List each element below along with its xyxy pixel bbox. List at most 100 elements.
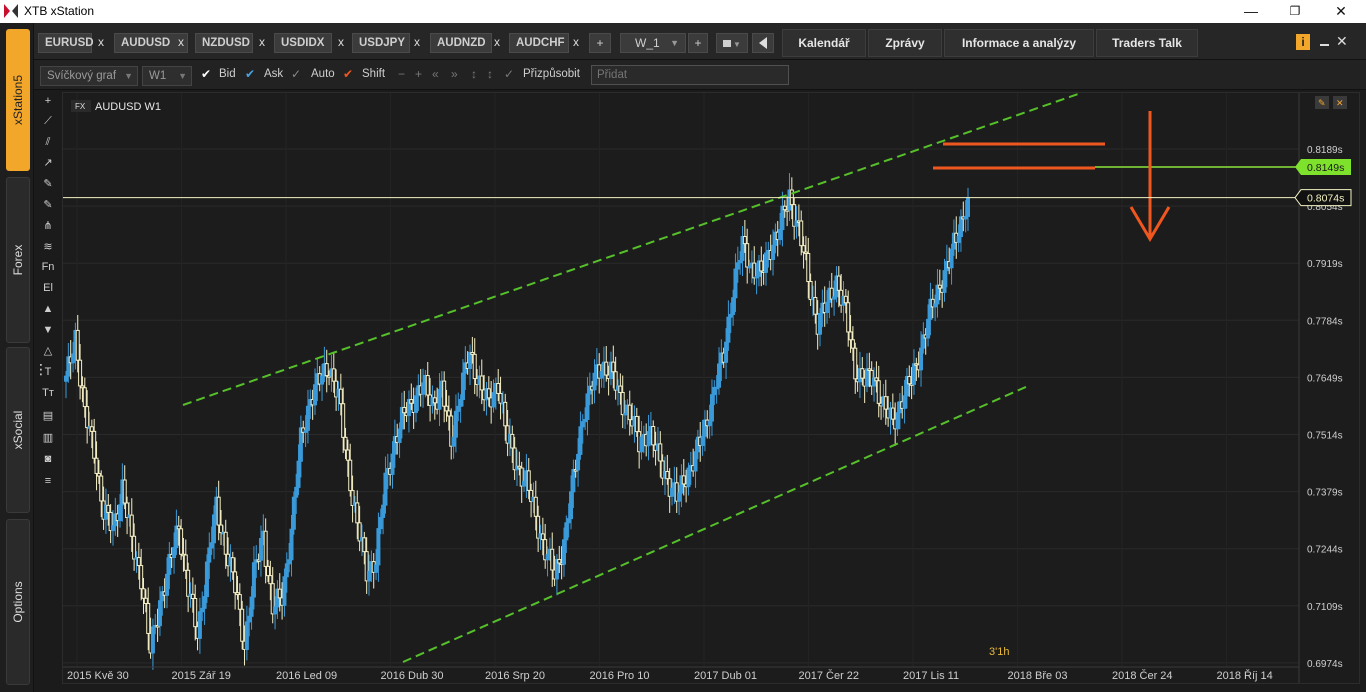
candle-body — [919, 347, 924, 371]
workspace-select[interactable]: W_1 ▼ — [620, 33, 686, 53]
candle-body — [510, 433, 515, 449]
candle-body — [146, 603, 151, 634]
candle-body — [94, 457, 99, 474]
candle-body — [853, 347, 858, 380]
arrow-down-marker-icon[interactable]: ▼ — [38, 321, 58, 339]
candle-body — [566, 518, 571, 524]
ray-icon[interactable]: ↗ — [38, 154, 58, 172]
nav-tab-informace[interactable]: Informace a analýzy — [944, 29, 1094, 57]
add-indicator-input[interactable] — [591, 65, 789, 85]
nav-tab-traders-talk[interactable]: Traders Talk — [1096, 29, 1198, 57]
layers-icon[interactable]: ▤ — [38, 407, 58, 425]
customize-label[interactable]: Přizpůsobit — [523, 68, 580, 80]
zoom-in-icon[interactable]: + — [415, 67, 422, 81]
candle-body — [526, 470, 531, 491]
vertical-scale-icon[interactable]: ↕ — [471, 67, 477, 81]
symbol-tab-usdidx[interactable]: USDIDX — [274, 33, 332, 53]
nav-tab-kalendar[interactable]: Kalendář — [782, 29, 866, 57]
close-window-button[interactable]: ✕ — [1318, 0, 1364, 23]
price-chart[interactable]: 0.8189s0.8054s0.7919s0.7784s0.7649s0.751… — [63, 93, 1360, 684]
shift-checkbox[interactable]: ✔ — [343, 67, 353, 81]
rail-tab-forex[interactable]: Forex — [6, 177, 30, 343]
candle-body — [157, 600, 162, 627]
chart-panel[interactable]: 0.8189s 0.8054s 0.7919s 0.7784s 0.7649s 0.751… — [62, 92, 1360, 684]
candle-body — [806, 252, 811, 283]
timeframe-select[interactable]: W1 ▼ — [142, 66, 192, 86]
bars-icon[interactable]: ▥ — [38, 429, 58, 447]
scroll-back-icon[interactable]: « — [432, 67, 439, 81]
add-symbol-tab-button[interactable]: + — [589, 33, 611, 53]
candle-body — [486, 388, 491, 399]
zoom-out-icon[interactable]: − — [398, 67, 405, 81]
rail-tab-options[interactable]: Options — [6, 519, 30, 685]
candle-body — [745, 243, 750, 268]
camera-icon[interactable]: ◙ — [38, 450, 58, 468]
candle-body — [491, 392, 496, 408]
symbol-tab-eurusd[interactable]: EURUSD — [38, 33, 94, 53]
info-icon[interactable]: i — [1296, 34, 1310, 50]
candle-body — [618, 385, 623, 393]
elliott-tool[interactable]: El — [38, 279, 58, 297]
left-drag-handle[interactable]: ⋮ — [34, 362, 48, 389]
brush-icon[interactable]: ✎ — [38, 196, 58, 214]
layout-select[interactable]: ▼ — [716, 33, 748, 53]
close-tab-usdidx[interactable]: x — [334, 33, 348, 53]
customize-check-icon[interactable]: ✓ — [504, 67, 514, 81]
bid-label: Bid — [219, 68, 236, 80]
candle-body — [846, 302, 851, 333]
candle-body — [413, 395, 418, 413]
candle-body — [132, 535, 137, 560]
auto-checkbox[interactable]: ✓ — [291, 67, 301, 81]
trendline-icon[interactable]: ⟋ — [38, 112, 58, 130]
candle-body — [143, 597, 148, 605]
symbol-tab-audnzd[interactable]: AUDNZD — [430, 33, 492, 53]
candle-body — [64, 375, 68, 382]
bid-checkbox[interactable]: ✔ — [201, 67, 211, 81]
candle-body — [634, 416, 639, 433]
pencil-icon[interactable]: ✎ — [38, 175, 58, 193]
close-tab-usdjpy[interactable]: x — [410, 33, 424, 53]
y-tick-label: 0.7379s — [1307, 488, 1343, 499]
rail-tab-xsocial[interactable]: xSocial — [6, 347, 30, 513]
close-tab-audusd[interactable]: x — [174, 33, 188, 53]
scroll-forward-icon[interactable]: » — [451, 67, 458, 81]
menu-icon[interactable]: ≡ — [38, 472, 58, 490]
auto-label: Auto — [311, 68, 335, 80]
fibonacci-tool[interactable]: Fn — [38, 258, 58, 276]
symbol-tab-usdjpy[interactable]: USDJPY — [352, 33, 410, 53]
gann-icon[interactable]: ≋ — [38, 238, 58, 256]
close-tab-nzdusd[interactable]: x — [255, 33, 269, 53]
channel-icon[interactable]: ⫽ — [38, 133, 58, 151]
ask-checkbox[interactable]: ✔ — [245, 67, 255, 81]
crosshair-tool[interactable]: + — [38, 92, 58, 110]
candle-body — [247, 615, 252, 623]
minimize-button[interactable]: — — [1228, 0, 1274, 23]
candle-body — [289, 528, 294, 561]
close-tab-audchf[interactable]: x — [569, 33, 583, 53]
maximize-button[interactable]: ❐ — [1272, 0, 1318, 23]
candle-body — [585, 393, 590, 420]
candle-body — [731, 297, 736, 315]
candle-body — [338, 388, 343, 405]
shapes-icon[interactable]: △ — [38, 342, 58, 360]
close-panel-icon[interactable]: ✕ — [1336, 33, 1348, 50]
close-tab-eurusd[interactable]: x — [94, 33, 108, 53]
chart-type-select[interactable]: Svíčkový graf ▼ — [40, 66, 138, 86]
minimize-panel-icon[interactable] — [1320, 44, 1329, 46]
candle-body — [251, 562, 256, 598]
candle-body — [864, 368, 869, 387]
candle-body — [742, 236, 747, 245]
pitchfork-icon[interactable]: ⋔ — [38, 217, 58, 235]
vertical-fit-icon[interactable]: ↕ — [487, 67, 493, 81]
rail-tab-xstation5[interactable]: xStation5 — [6, 29, 30, 171]
symbol-tab-audchf[interactable]: AUDCHF — [509, 33, 569, 53]
nav-tab-zpravy[interactable]: Zprávy — [868, 29, 942, 57]
candle-body — [444, 405, 449, 412]
add-workspace-button[interactable]: + — [688, 33, 708, 53]
symbol-tab-nzdusd[interactable]: NZDUSD — [195, 33, 253, 53]
close-tab-audnzd[interactable]: x — [490, 33, 504, 53]
arrow-up-marker-icon[interactable]: ▲ — [38, 300, 58, 318]
collapse-panel-button[interactable] — [752, 33, 774, 53]
candle-body — [345, 449, 350, 461]
window-title: XTB xStation — [24, 4, 95, 18]
